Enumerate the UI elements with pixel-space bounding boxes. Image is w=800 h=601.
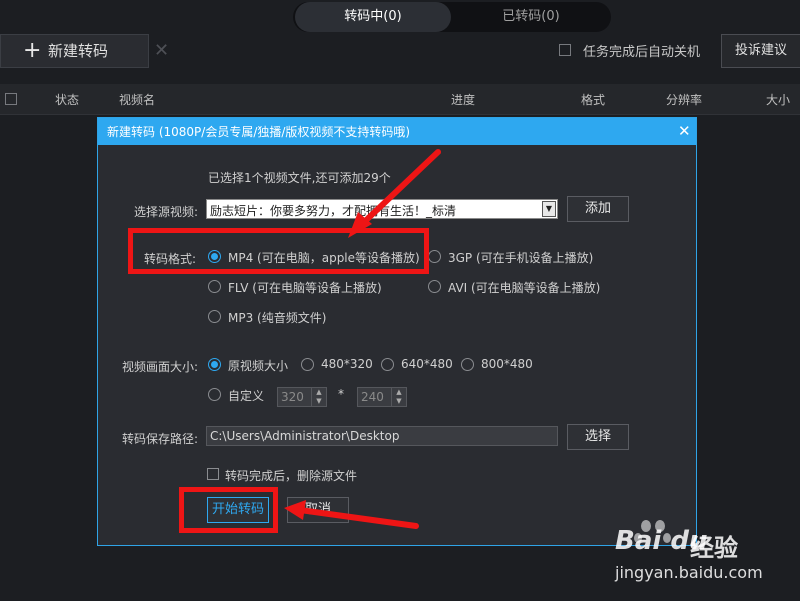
annotation-arrow-start	[297, 507, 419, 529]
annotation-arrows	[284, 149, 441, 529]
arrow-head-icon	[284, 500, 306, 520]
annotation-arrow-format	[357, 149, 441, 229]
watermark-product: 经验	[690, 534, 738, 562]
watermark-url: jingyan.baidu.com	[615, 563, 763, 582]
